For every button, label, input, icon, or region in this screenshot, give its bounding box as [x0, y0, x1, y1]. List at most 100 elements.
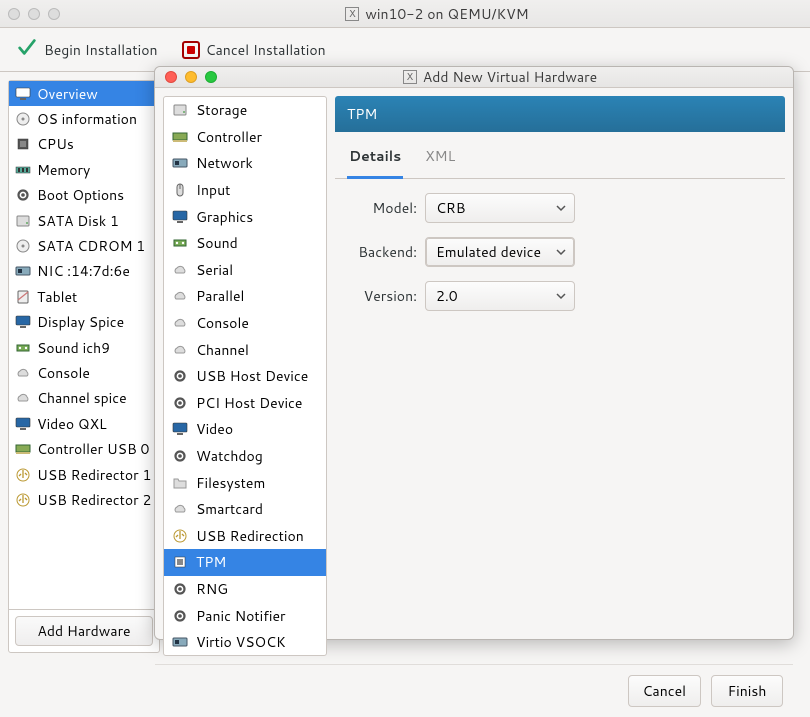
- tpm-form: Model: CRB Backend: Emulated device Vers…: [335, 179, 785, 325]
- nic-icon: [15, 263, 31, 279]
- disc-icon: [15, 238, 31, 254]
- list-item[interactable]: Watchdog: [164, 443, 326, 470]
- list-item[interactable]: Panic Notifier: [164, 602, 326, 629]
- list-item[interactable]: Console: [164, 310, 326, 337]
- list-item[interactable]: Controller USB 0: [9, 436, 159, 461]
- list-item[interactable]: USB Redirection: [164, 523, 326, 550]
- list-item[interactable]: Virtio VSOCK: [164, 629, 326, 656]
- disk-icon: [15, 213, 31, 229]
- dialog-close[interactable]: [165, 71, 177, 83]
- list-item[interactable]: Channel: [164, 336, 326, 363]
- tablet-icon: [15, 289, 31, 305]
- list-item-label: Controller: [196, 127, 262, 147]
- list-item[interactable]: SATA CDROM 1: [9, 233, 159, 258]
- dialog-min[interactable]: [185, 71, 197, 83]
- cancel-install-label: Cancel Installation: [206, 40, 326, 60]
- list-item[interactable]: Video: [164, 416, 326, 443]
- list-item-label: Console: [196, 313, 249, 333]
- dialog-footer: Cancel Finish: [155, 664, 793, 717]
- list-item-label: Boot Options: [37, 185, 124, 205]
- list-item[interactable]: Graphics: [164, 203, 326, 230]
- folder-icon: [172, 475, 188, 491]
- list-item[interactable]: RNG: [164, 576, 326, 603]
- version-value: 2.0: [436, 286, 458, 306]
- list-item-label: Controller USB 0: [37, 439, 149, 459]
- tab-details[interactable]: Details: [347, 140, 403, 179]
- chip-icon: [15, 136, 31, 152]
- min-dot[interactable]: [28, 8, 40, 20]
- list-item-label: Sound ich9: [37, 338, 110, 358]
- list-item-label: CPUs: [37, 134, 74, 154]
- list-item[interactable]: Video QXL: [9, 411, 159, 436]
- gear-icon: [172, 608, 188, 624]
- list-item[interactable]: Input: [164, 177, 326, 204]
- list-item[interactable]: TPM: [164, 549, 326, 576]
- nic-icon: [172, 155, 188, 171]
- window-title: win10-2 on QEMU/KVM: [365, 4, 528, 24]
- main-titlebar: X win10-2 on QEMU/KVM: [0, 0, 810, 28]
- begin-install-button[interactable]: Begin Installation: [16, 36, 158, 63]
- list-item-label: Display Spice: [37, 312, 124, 332]
- list-item[interactable]: USB Redirector 1: [9, 462, 159, 487]
- add-hardware-button[interactable]: Add Hardware: [15, 616, 153, 646]
- finish-button[interactable]: Finish: [711, 675, 783, 707]
- list-item-label: Sound: [196, 233, 238, 253]
- monitor-icon: [15, 416, 31, 432]
- list-item-label: Storage: [196, 100, 247, 120]
- dialog-title: Add New Virtual Hardware: [423, 67, 597, 87]
- list-item[interactable]: Sound: [164, 230, 326, 257]
- list-item[interactable]: USB Redirector 2: [9, 487, 159, 512]
- list-item[interactable]: NIC :14:7d:6e: [9, 259, 159, 284]
- dialog-max[interactable]: [205, 71, 217, 83]
- add-hardware-dialog: X Add New Virtual Hardware StorageContro…: [154, 66, 794, 640]
- list-item[interactable]: Sound ich9: [9, 335, 159, 360]
- list-item[interactable]: Memory: [9, 157, 159, 182]
- list-item-label: USB Redirection: [196, 526, 304, 546]
- list-item[interactable]: Filesystem: [164, 469, 326, 496]
- version-combo[interactable]: 2.0: [425, 281, 575, 311]
- max-dot[interactable]: [48, 8, 60, 20]
- list-item-label: Serial: [196, 260, 233, 280]
- list-item-label: Smartcard: [196, 499, 263, 519]
- window-title-wrap: X win10-2 on QEMU/KVM: [72, 4, 802, 24]
- list-item[interactable]: Storage: [164, 97, 326, 124]
- cancel-install-button[interactable]: Cancel Installation: [182, 40, 326, 60]
- hardware-type-list[interactable]: Storage Controller NetworkInputGraphics Sou…: [163, 96, 327, 656]
- cancel-button[interactable]: Cancel: [628, 675, 702, 707]
- list-item[interactable]: Tablet: [9, 284, 159, 309]
- list-item[interactable]: Console: [9, 360, 159, 385]
- list-item[interactable]: Display Spice: [9, 310, 159, 335]
- list-item[interactable]: Controller: [164, 124, 326, 151]
- hardware-config-pane: TPM Details XML Model: CRB Backend: Emul…: [335, 96, 785, 656]
- list-item-label: NIC :14:7d:6e: [37, 261, 130, 281]
- model-combo[interactable]: CRB: [425, 193, 575, 223]
- list-item[interactable]: PCI Host Device: [164, 390, 326, 417]
- list-item[interactable]: Overview: [9, 81, 159, 106]
- tab-xml[interactable]: XML: [423, 140, 457, 178]
- cloud-icon: [15, 390, 31, 406]
- backend-combo[interactable]: Emulated device: [425, 237, 575, 267]
- list-item-label: Filesystem: [196, 473, 265, 493]
- list-item[interactable]: Parallel: [164, 283, 326, 310]
- list-item[interactable]: Serial: [164, 257, 326, 284]
- gear-icon: [15, 187, 31, 203]
- window-controls: [8, 8, 60, 20]
- model-label: Model:: [347, 198, 417, 218]
- monitor-icon: [172, 209, 188, 225]
- list-item[interactable]: Channel spice: [9, 386, 159, 411]
- backend-value: Emulated device: [436, 242, 541, 262]
- list-item[interactable]: USB Host Device: [164, 363, 326, 390]
- gear-icon: [172, 395, 188, 411]
- vm-sidebar-list[interactable]: OverviewOS information CPUs Memory Boot Opt…: [9, 81, 159, 609]
- list-item[interactable]: Network: [164, 150, 326, 177]
- list-item[interactable]: Smartcard: [164, 496, 326, 523]
- list-item[interactable]: CPUs: [9, 132, 159, 157]
- list-item[interactable]: OS information: [9, 106, 159, 131]
- list-item[interactable]: SATA Disk 1: [9, 208, 159, 233]
- list-item-label: Console: [37, 363, 90, 383]
- chevron-down-icon: [556, 198, 566, 218]
- list-item[interactable]: Boot Options: [9, 183, 159, 208]
- ram-icon: [15, 162, 31, 178]
- disk-icon: [172, 102, 188, 118]
- close-dot[interactable]: [8, 8, 20, 20]
